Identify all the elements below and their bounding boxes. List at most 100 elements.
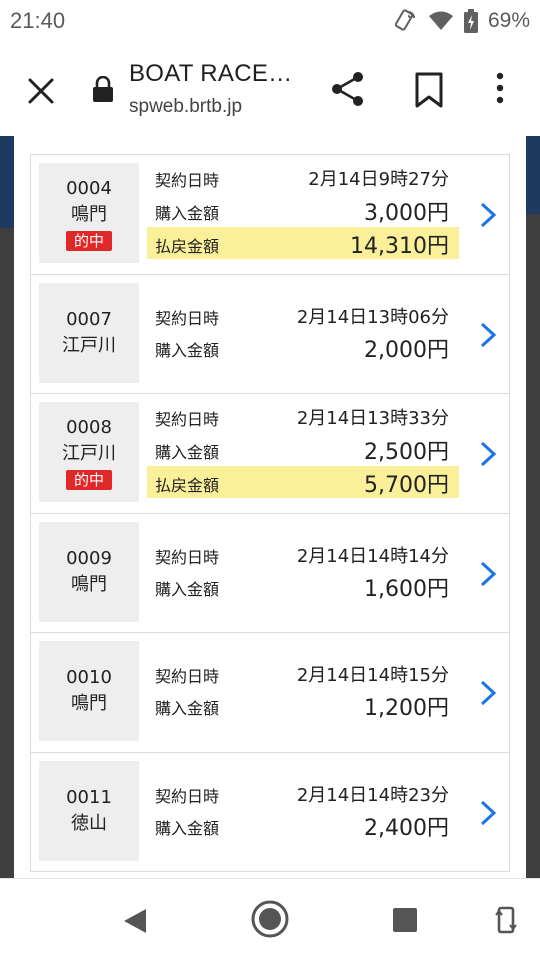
stadium-name: 鳴門 <box>71 573 107 595</box>
purchase-amount-value: 1,200円 <box>364 696 449 721</box>
battery-charging-icon <box>463 9 478 33</box>
payout-amount-row: 払戻金額 14,310円 <box>147 227 459 259</box>
contract-date-label: 契約日時 <box>155 786 220 806</box>
race-number: 0011 <box>66 786 112 808</box>
race-info-box: 0011 徳山 <box>39 760 139 861</box>
purchase-history-list: 0004 鳴門 的中 契約日時 2月14日9時27分 購入金額 3,000円 払… <box>30 154 510 872</box>
history-item[interactable]: 0007 江戸川 契約日時 2月14日13時06分 購入金額 2,000円 <box>30 274 510 394</box>
purchase-amount-label: 購入金額 <box>155 204 220 223</box>
purchase-amount-row: 購入金額 2,500円 <box>147 433 459 465</box>
race-info-box: 0010 鳴門 <box>39 641 139 741</box>
race-info-box: 0004 鳴門 的中 <box>39 163 139 263</box>
battery-percent: 69% <box>487 9 530 32</box>
stadium-name: 鳴門 <box>71 203 107 225</box>
race-number: 0010 <box>66 667 112 688</box>
recents-icon[interactable] <box>392 907 418 933</box>
system-nav-bar <box>0 878 540 960</box>
wifi-calling-icon <box>394 9 415 31</box>
chevron-right-icon[interactable] <box>479 201 497 229</box>
purchase-amount-label: 購入金額 <box>155 699 220 718</box>
purchase-amount-label: 購入金額 <box>155 579 220 599</box>
purchase-amount-value: 2,400円 <box>364 815 449 841</box>
chevron-right-icon[interactable] <box>479 440 497 468</box>
race-number: 0007 <box>66 308 112 330</box>
history-sheet: 0004 鳴門 的中 契約日時 2月14日9時27分 購入金額 3,000円 払… <box>14 136 526 878</box>
payout-amount-value: 5,700円 <box>364 473 449 498</box>
close-icon[interactable] <box>24 74 58 108</box>
history-item[interactable]: 0004 鳴門 的中 契約日時 2月14日9時27分 購入金額 3,000円 払… <box>30 155 510 275</box>
purchase-amount-value: 1,600円 <box>364 576 449 602</box>
page-title: BOAT RACE… <box>129 60 293 87</box>
purchase-amount-label: 購入金額 <box>155 340 220 360</box>
contract-date-label: 契約日時 <box>155 547 220 567</box>
contract-date-row: 契約日時 2月14日14時15分 <box>147 657 459 689</box>
hit-badge: 的中 <box>65 469 112 490</box>
purchase-amount-value: 3,000円 <box>364 201 449 226</box>
browser-toolbar: BOAT RACE… spweb.brtb.jp <box>0 46 540 136</box>
contract-date-label: 契約日時 <box>155 667 220 686</box>
page-edge-right-header <box>526 136 540 214</box>
history-item[interactable]: 0010 鳴門 契約日時 2月14日14時15分 購入金額 1,200円 <box>30 633 510 753</box>
contract-date-label: 契約日時 <box>155 171 220 190</box>
race-number: 0009 <box>66 547 112 569</box>
more-vert-icon[interactable] <box>488 70 512 110</box>
status-time: 21:40 <box>10 8 66 33</box>
purchase-amount-row: 購入金額 1,600円 <box>147 570 459 602</box>
payout-amount-value: 14,310円 <box>350 234 449 259</box>
back-icon[interactable] <box>122 907 148 935</box>
race-info-box: 0007 江戸川 <box>39 282 139 383</box>
race-info-box: 0008 江戸川 的中 <box>39 402 139 502</box>
history-item[interactable]: 0011 徳山 契約日時 2月14日14時23分 購入金額 2,400円 <box>30 752 510 872</box>
purchase-amount-value: 2,500円 <box>364 440 449 465</box>
race-info-box: 0009 鳴門 <box>39 521 139 622</box>
purchase-amount-row: 購入金額 3,000円 <box>147 194 459 226</box>
contract-date-label: 契約日時 <box>155 308 220 328</box>
history-item[interactable]: 0008 江戸川 的中 契約日時 2月14日13時33分 購入金額 2,500円… <box>30 394 510 514</box>
hit-badge: 的中 <box>65 230 112 251</box>
bookmark-icon[interactable] <box>414 72 444 108</box>
purchase-amount-row: 購入金額 2,400円 <box>147 809 459 841</box>
history-item[interactable]: 0009 鳴門 契約日時 2月14日14時14分 購入金額 1,600円 <box>30 513 510 633</box>
contract-date-value: 2月14日14時23分 <box>296 784 449 806</box>
chevron-right-icon[interactable] <box>479 679 497 707</box>
purchase-amount-row: 購入金額 1,200円 <box>147 689 459 721</box>
page-edge-left <box>0 136 14 878</box>
purchase-amount-label: 購入金額 <box>155 818 220 838</box>
share-icon[interactable] <box>330 70 366 108</box>
page-edge-right <box>526 136 540 878</box>
stadium-name: 鳴門 <box>71 693 107 714</box>
contract-date-row: 契約日時 2月14日13時33分 <box>147 400 459 432</box>
page-edge-left-header <box>0 136 14 228</box>
contract-date-value: 2月14日13時33分 <box>296 408 449 429</box>
payout-amount-label: 払戻金額 <box>155 237 220 256</box>
contract-date-row: 契約日時 2月14日13時06分 <box>147 299 459 331</box>
chevron-right-icon[interactable] <box>479 560 497 588</box>
purchase-amount-row: 購入金額 2,000円 <box>147 331 459 363</box>
rotate-icon[interactable] <box>494 903 518 937</box>
stadium-name: 徳山 <box>71 812 107 834</box>
payout-amount-label: 払戻金額 <box>155 476 220 495</box>
status-bar: 21:40 69% <box>0 0 540 46</box>
home-icon[interactable] <box>250 899 290 939</box>
wifi-icon <box>428 11 453 30</box>
contract-date-value: 2月14日14時15分 <box>296 665 449 686</box>
stadium-name: 江戸川 <box>62 334 116 356</box>
stadium-name: 江戸川 <box>62 442 116 464</box>
chevron-right-icon[interactable] <box>479 321 497 349</box>
lock-icon <box>93 76 113 102</box>
purchase-amount-value: 2,000円 <box>364 337 449 363</box>
contract-date-row: 契約日時 2月14日14時14分 <box>147 538 459 570</box>
purchase-amount-label: 購入金額 <box>155 443 220 462</box>
chevron-right-icon[interactable] <box>479 799 497 827</box>
page-content: 0004 鳴門 的中 契約日時 2月14日9時27分 購入金額 3,000円 払… <box>0 136 540 878</box>
race-number: 0008 <box>66 416 112 438</box>
contract-date-value: 2月14日13時06分 <box>296 306 449 328</box>
contract-date-value: 2月14日9時27分 <box>308 169 449 190</box>
contract-date-row: 契約日時 2月14日14時23分 <box>147 777 459 809</box>
race-number: 0004 <box>66 177 112 199</box>
status-icons: 69% <box>392 8 530 34</box>
contract-date-value: 2月14日14時14分 <box>296 545 449 567</box>
page-url: spweb.brtb.jp <box>129 96 243 117</box>
payout-amount-row: 払戻金額 5,700円 <box>147 466 459 498</box>
contract-date-label: 契約日時 <box>155 410 220 429</box>
